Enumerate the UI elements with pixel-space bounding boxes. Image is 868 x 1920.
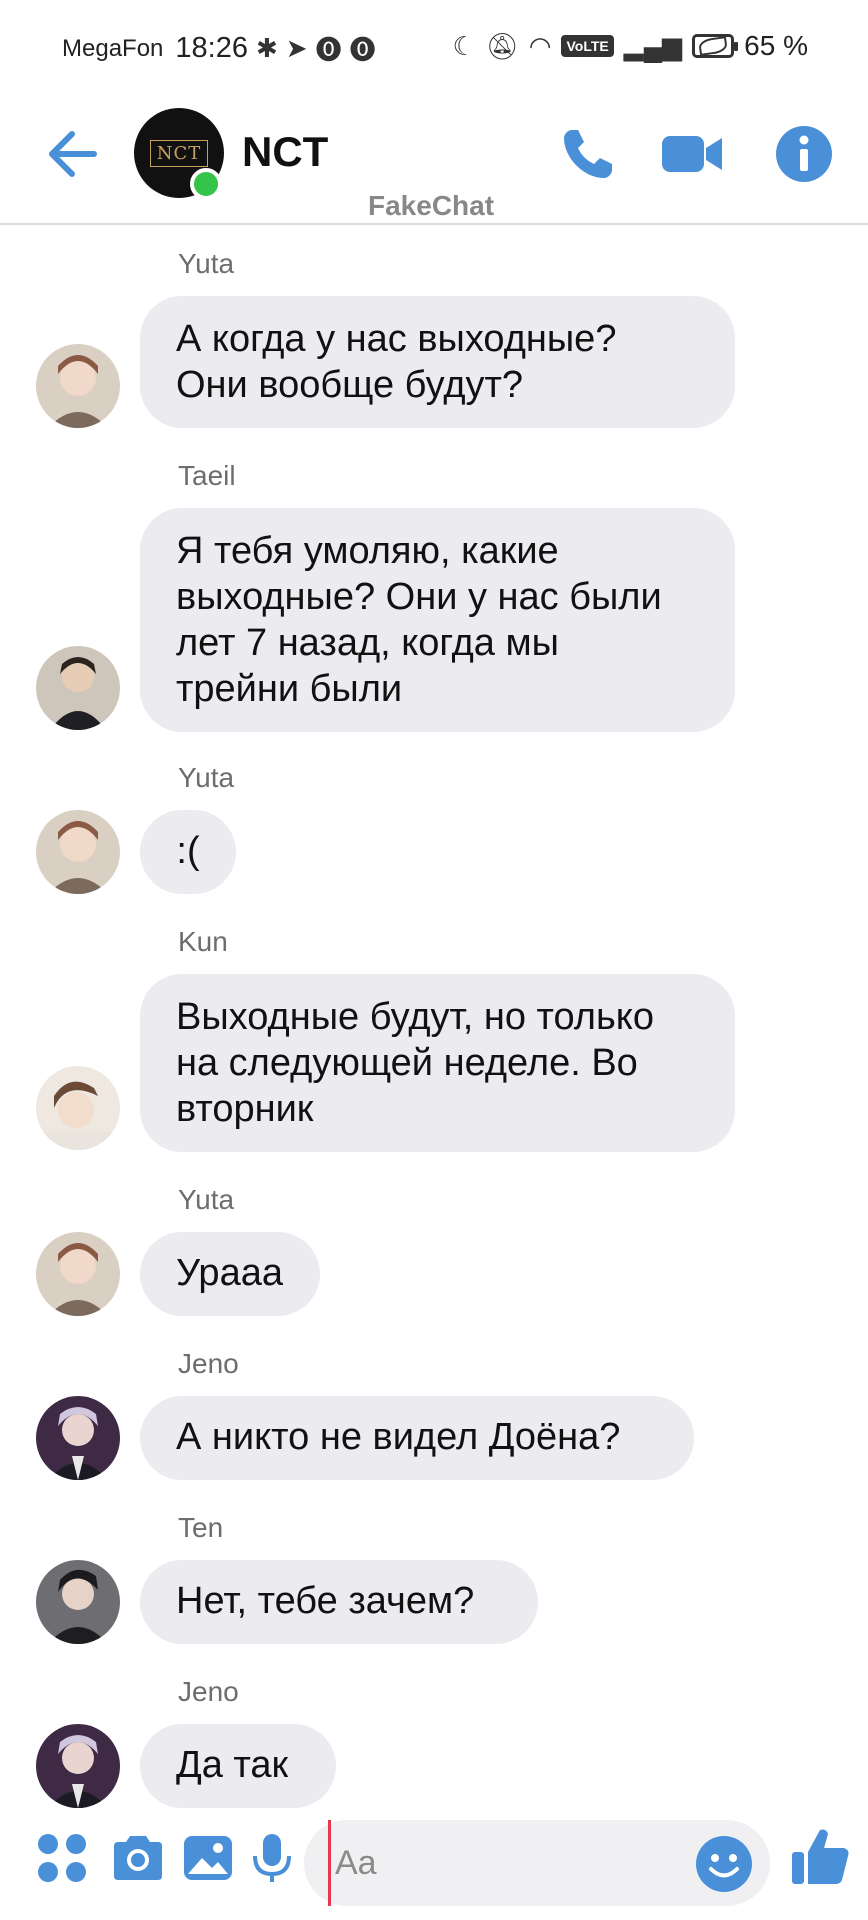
phone-icon[interactable] — [558, 124, 618, 184]
avatar[interactable] — [36, 1560, 120, 1644]
emoji-icon[interactable] — [694, 1834, 754, 1894]
gallery-icon[interactable] — [180, 1830, 236, 1886]
sender-name: Taeil — [178, 460, 236, 491]
composer-bar — [0, 1810, 868, 1920]
bluetooth-icon: ✱ — [255, 33, 278, 63]
pinterest-icon-2: ⓿ — [349, 35, 376, 65]
message-bubble[interactable]: А когда у нас выходные? Они вообще будут… — [140, 296, 735, 428]
status-bar: MegaFon 18:26 ✱ ➤ ⓿ ⓿ ☾ 🔕︎ ◠ VoLTE ▂▄▆ 6… — [0, 0, 868, 100]
avatar[interactable] — [36, 1066, 120, 1150]
sender-name: Yuta — [178, 762, 235, 793]
message-bubble[interactable]: Нет, тебе зачем? — [140, 1560, 538, 1644]
message-bubble[interactable]: :( — [140, 810, 236, 894]
sender-name: Yuta — [178, 1184, 235, 1215]
watermark: FakeChat — [368, 190, 495, 221]
back-arrow-icon[interactable] — [44, 126, 104, 182]
message-bubble[interactable]: Я тебя умоляю, какие выходные? Они у нас… — [140, 508, 735, 732]
message-bubble[interactable]: Выходные будут, но только на следующей н… — [140, 974, 735, 1152]
message-bubble[interactable]: Да так — [140, 1724, 336, 1808]
video-camera-icon[interactable] — [660, 124, 724, 184]
message-bubble[interactable]: Урааа — [140, 1232, 320, 1316]
message-input[interactable] — [328, 1820, 688, 1906]
wifi-icon: ◠ — [528, 30, 552, 61]
carrier-label: MegaFon — [62, 34, 164, 62]
thumbs-up-icon[interactable] — [790, 1824, 852, 1888]
chat-title[interactable]: NCT — [242, 128, 328, 176]
status-right: ☾ 🔕︎ ◠ VoLTE ▂▄▆ 65 % — [452, 30, 808, 62]
message-bubble[interactable]: А никто не видел Доёна? — [140, 1396, 694, 1480]
pinterest-icon: ⓿ — [315, 35, 342, 65]
sender-name: Yuta — [178, 248, 235, 279]
signal-icon: ▂▄▆ — [623, 30, 683, 61]
battery-percent: 65 % — [744, 30, 808, 61]
sender-name: Ten — [178, 1512, 224, 1543]
volte-badge: VoLTE — [561, 35, 614, 57]
battery-icon — [692, 34, 739, 58]
avatar[interactable] — [36, 1396, 120, 1480]
avatar[interactable] — [36, 1232, 120, 1316]
avatar[interactable] — [36, 646, 120, 730]
microphone-icon[interactable] — [244, 1830, 300, 1886]
camera-icon[interactable] — [110, 1830, 166, 1886]
chat-header: NCT NCT FakeChat — [0, 100, 868, 225]
online-indicator — [190, 168, 222, 200]
info-icon[interactable] — [774, 124, 834, 184]
avatar[interactable] — [36, 344, 120, 428]
mute-bell-icon: 🔕︎ — [485, 30, 519, 61]
sender-name: Jeno — [178, 1676, 239, 1707]
status-left: MegaFon 18:26 ✱ ➤ ⓿ ⓿ — [62, 30, 376, 67]
telegram-icon: ➤ — [285, 33, 308, 63]
avatar[interactable] — [36, 810, 120, 894]
avatar[interactable] — [36, 1724, 120, 1808]
clock: 18:26 — [175, 32, 248, 64]
group-logo: NCT — [149, 139, 209, 167]
message-list[interactable]: Yuta А когда у нас выходные? Они вообще … — [0, 228, 868, 1808]
sender-name: Kun — [178, 926, 228, 957]
menu-dots-icon[interactable] — [34, 1830, 90, 1886]
moon-icon: ☾ — [452, 30, 476, 61]
sender-name: Jeno — [178, 1348, 239, 1379]
